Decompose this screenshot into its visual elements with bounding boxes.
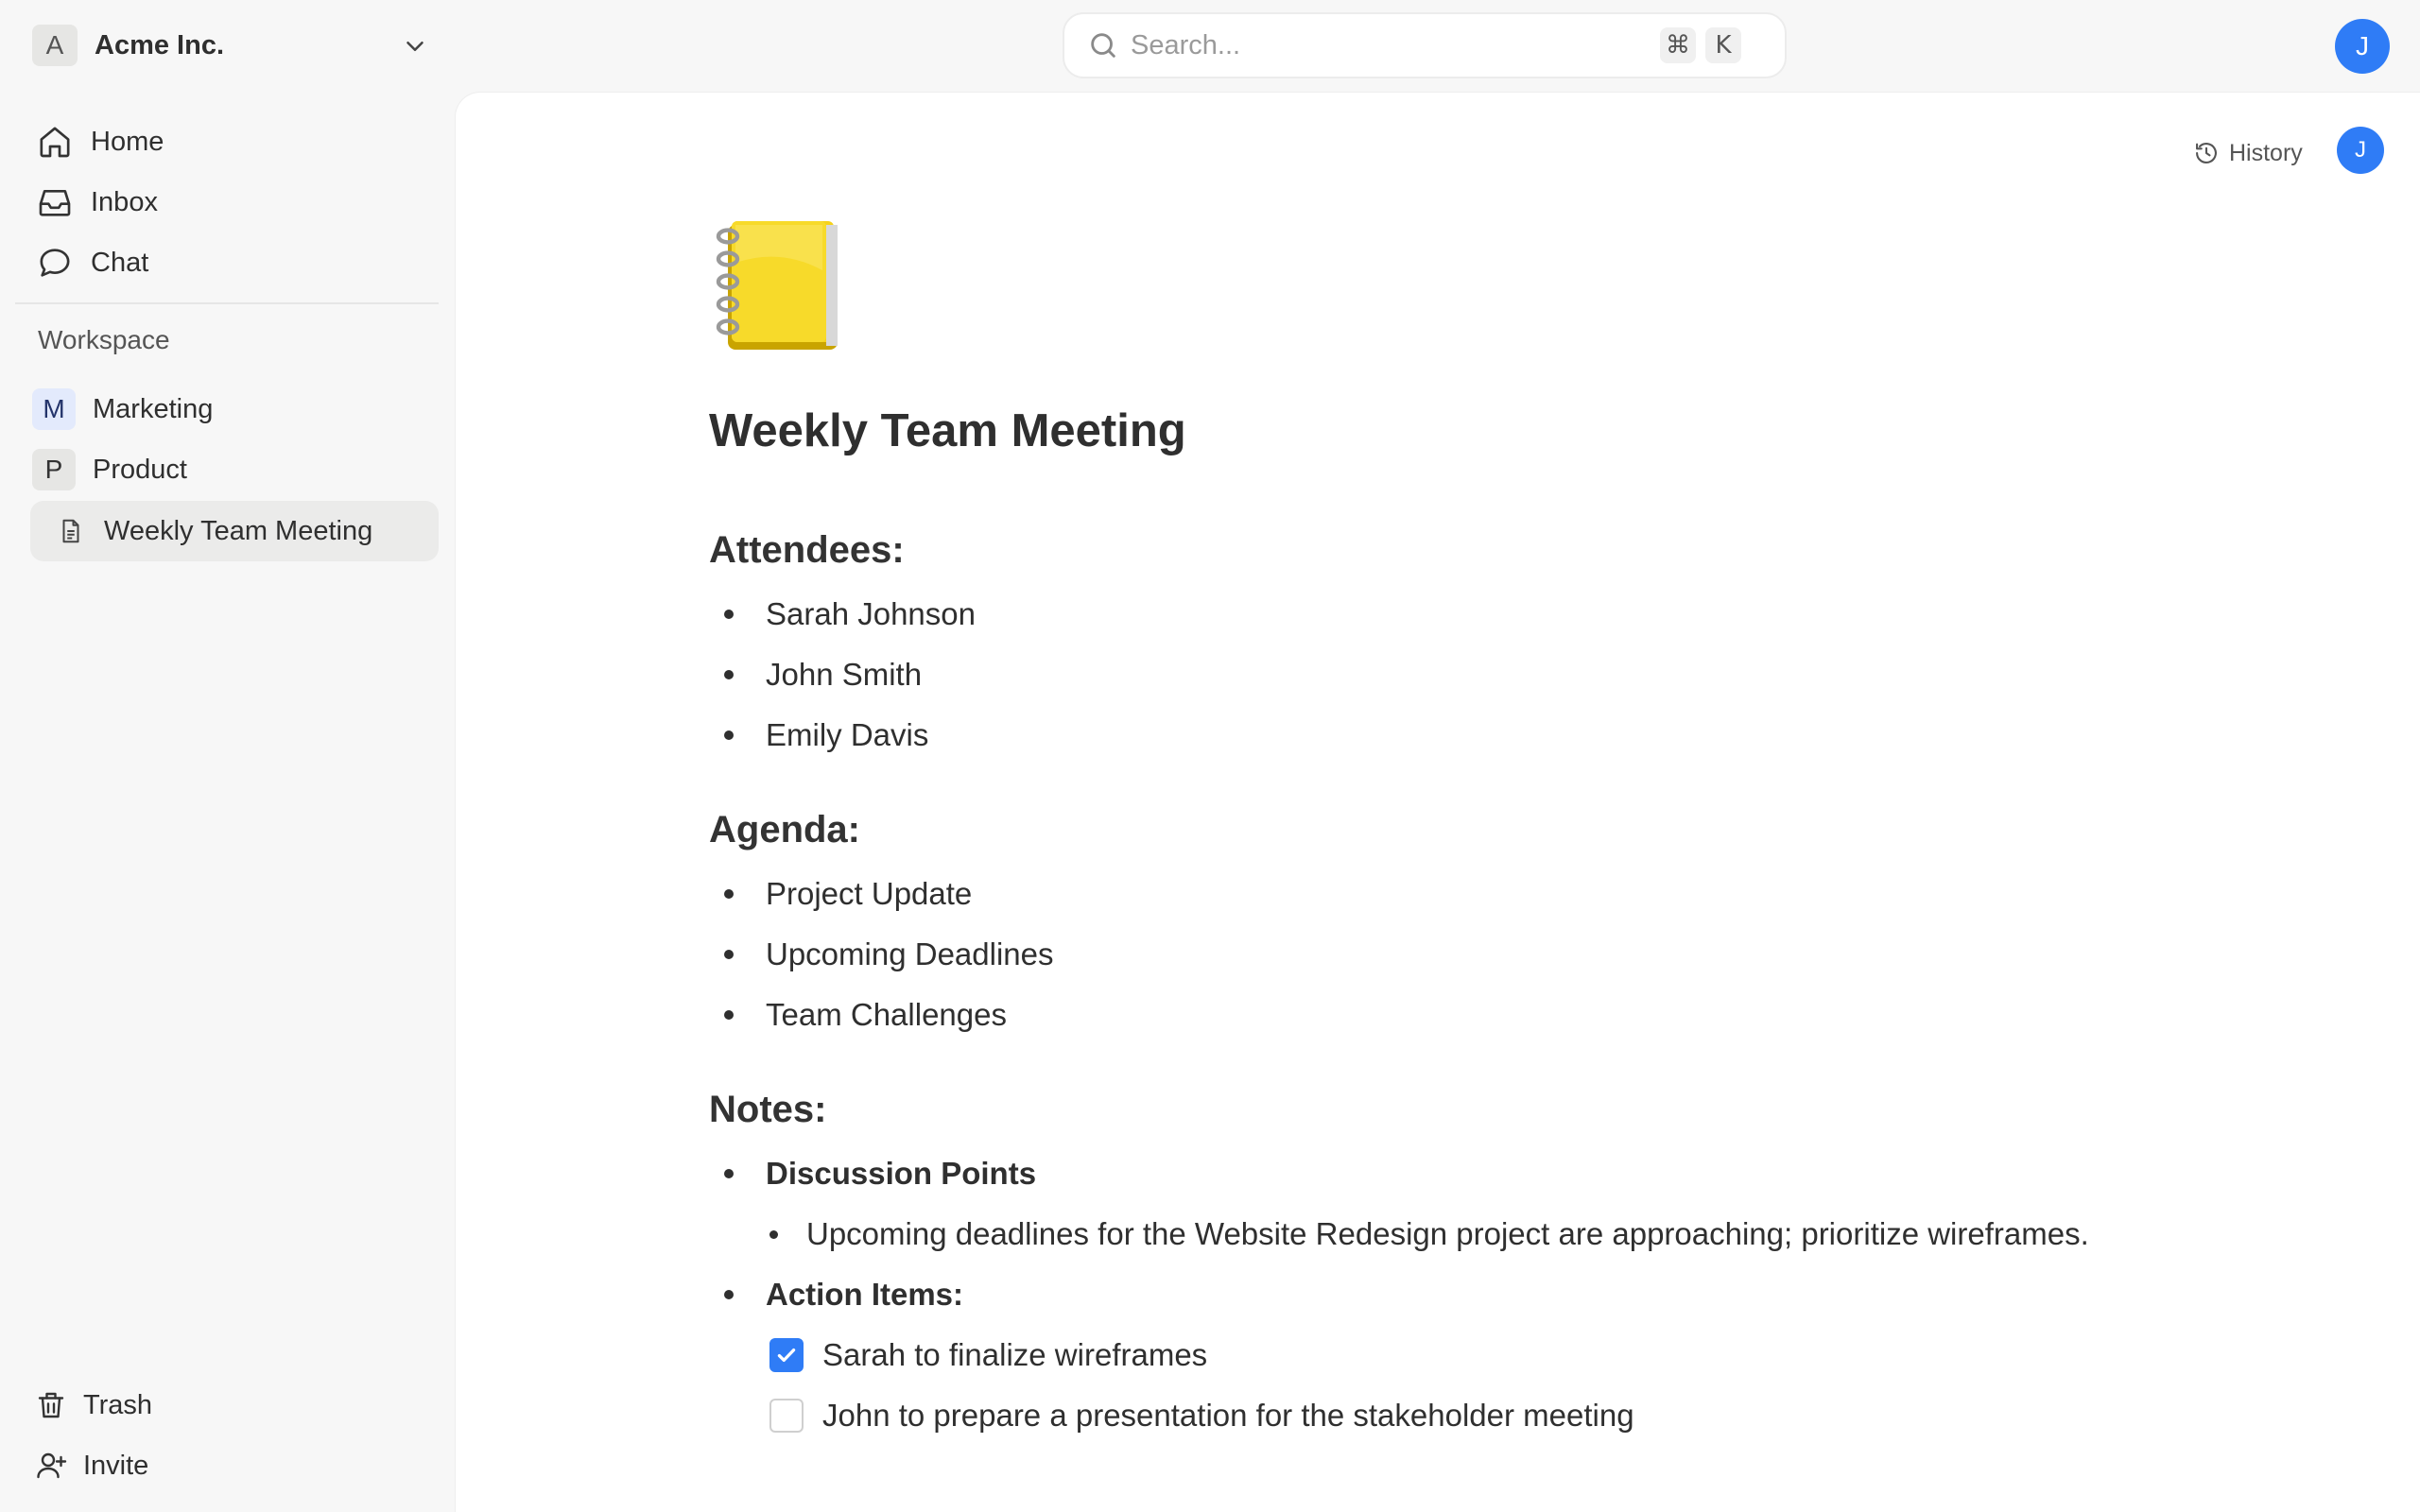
workspace-section-label: Workspace [38,325,170,354]
list-item-text: Action Items: [766,1277,964,1312]
sidebar-item-home[interactable]: Home [30,115,439,168]
sidebar-item-label: Invite [83,1450,149,1481]
sidebar: Home Inbox Chat Workspace M Marketing P … [0,91,454,1512]
list-item-text: John Smith [766,657,923,692]
bullet [724,1169,734,1178]
checkmark-icon [777,1348,796,1363]
todo-item[interactable]: John to prepare a presentation for the s… [769,1389,1634,1442]
sidebar-item-invite[interactable]: Invite [34,1439,439,1492]
top-bar: A Acme Inc. ⌘ K J [0,0,2420,91]
page-title[interactable]: Weekly Team Meeting [709,404,1186,457]
bullet [724,1290,734,1299]
list-item-text: Upcoming deadlines for the Website Redes… [806,1216,2089,1251]
user-avatar[interactable]: J [2335,19,2390,74]
list-item-text: Team Challenges [766,997,1007,1032]
sidebar-item-label: Inbox [91,186,158,217]
agenda-heading: Agenda: [709,809,860,850]
list-item[interactable]: Discussion Points [709,1147,1036,1200]
history-icon [2196,143,2217,163]
search-input[interactable] [1131,29,1660,61]
list-item-text: Project Update [766,876,973,911]
sidebar-item-label: Trash [83,1389,153,1420]
sidebar-item-label: Chat [91,247,149,278]
bullet [724,950,734,959]
search-icon [1091,33,1115,58]
home-icon [40,127,70,158]
list-item-text: Upcoming Deadlines [766,936,1054,971]
todo-text: Sarah to finalize wireframes [822,1337,1208,1372]
history-label: History [2229,139,2303,166]
list-item[interactable]: John Smith [709,648,922,701]
org-badge: A [32,25,78,66]
list-item[interactable]: Project Update [709,868,972,920]
collaborator-avatar[interactable]: J [2337,127,2384,174]
list-item[interactable]: Upcoming Deadlines [709,928,1054,981]
list-item[interactable]: Emily Davis [709,709,928,762]
checkbox-unchecked[interactable] [769,1399,804,1433]
todo-item[interactable]: Sarah to finalize wireframes [769,1329,1207,1382]
sidebar-divider [15,302,439,304]
sidebar-item-label: Marketing [93,393,214,424]
nested-list-item[interactable]: Upcoming deadlines for the Website Redes… [754,1208,2089,1261]
sidebar-item-trash[interactable]: Trash [34,1379,439,1432]
trash-icon [38,1392,64,1418]
sidebar-item-label: Product [93,454,187,485]
shortcut-modifier-key: ⌘ [1660,27,1696,63]
list-item[interactable]: Sarah Johnson [709,588,976,641]
sidebar-item-product[interactable]: P Product [32,443,439,496]
org-switcher[interactable]: A Acme Inc. [32,25,429,66]
bullet [724,670,734,679]
list-item-text: Sarah Johnson [766,596,976,631]
chevron-down-icon[interactable] [401,32,429,60]
attendees-heading: Attendees: [709,529,905,571]
bullet [724,889,734,899]
bullet [769,1229,778,1239]
list-item-text: Emily Davis [766,717,929,752]
bullet [724,610,734,619]
document-panel: History J Weekly Team Meeting Attendees:… [456,93,2420,1512]
todo-text: John to prepare a presentation for the s… [822,1398,1634,1433]
sidebar-item-weekly-team-meeting[interactable]: Weekly Team Meeting [30,501,439,561]
bullet [724,730,734,740]
notes-heading: Notes: [709,1089,827,1130]
sidebar-item-label: Weekly Team Meeting [104,515,373,546]
list-item[interactable]: Team Challenges [709,988,1007,1041]
checkbox-checked[interactable] [769,1338,804,1372]
document-icon [62,519,79,543]
inbox-icon [39,190,71,216]
sidebar-item-inbox[interactable]: Inbox [30,176,439,229]
sidebar-item-marketing[interactable]: M Marketing [32,383,439,436]
search-bar[interactable]: ⌘ K [1063,12,1787,78]
sidebar-item-chat[interactable]: Chat [30,236,439,289]
add-user-icon [37,1452,67,1479]
notebook-icon[interactable] [709,214,845,353]
workspace-badge: M [32,388,76,430]
list-item-text: Discussion Points [766,1156,1037,1191]
bullet [724,1010,734,1020]
history-button[interactable]: History [2193,132,2303,174]
shortcut-key: K [1705,27,1741,63]
sidebar-item-label: Home [91,126,164,157]
workspace-badge: P [32,449,76,490]
chat-bubble-icon [40,249,70,277]
list-item[interactable]: Action Items: [709,1268,963,1321]
org-name: Acme Inc. [95,29,224,60]
